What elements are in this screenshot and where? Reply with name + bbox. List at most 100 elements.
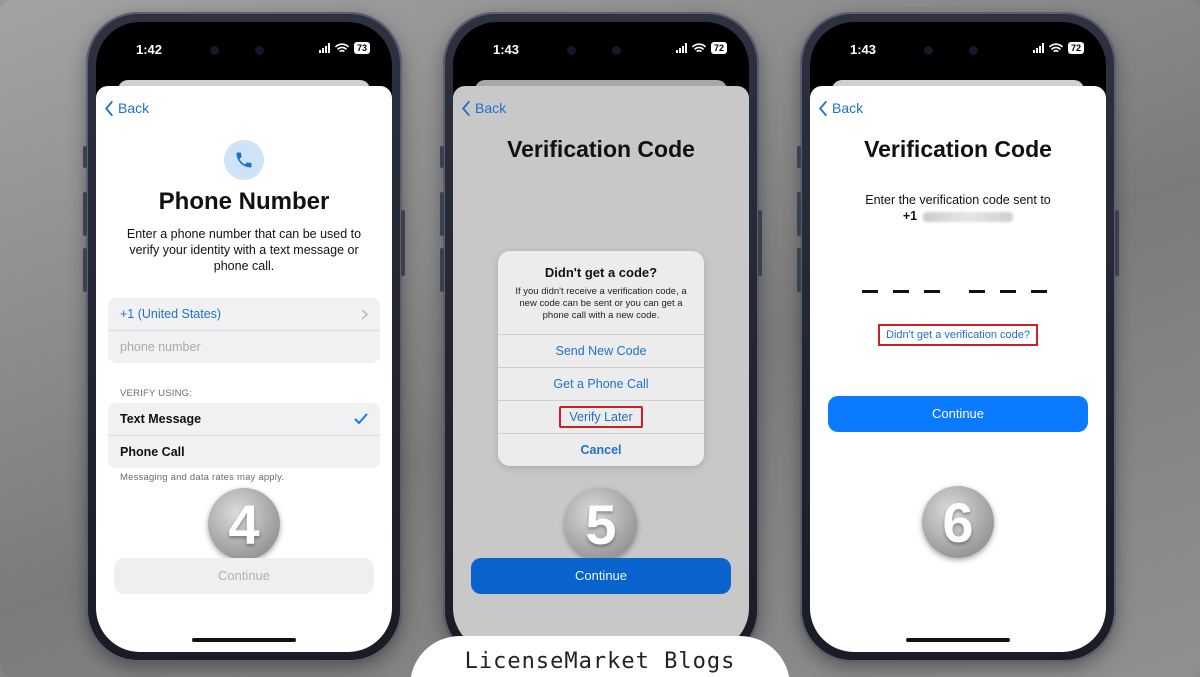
code-digit-slot xyxy=(1031,290,1047,293)
phone-screen-3: 1:43 72 Back Verification Code Enter the… xyxy=(810,22,1106,652)
option-label: Phone Call xyxy=(120,445,185,459)
phone-frame-2: 1:43 72 Back Verification Code Didn't ge xyxy=(440,12,762,662)
phone-side-button xyxy=(797,146,801,168)
phone-input-group: +1 (United States) phone number xyxy=(108,298,380,363)
dynamic-island xyxy=(190,36,298,66)
dynamic-island xyxy=(547,36,655,66)
alert-header: Didn't get a code? If you didn't receive… xyxy=(498,251,704,334)
number-prefix: +1 xyxy=(902,209,918,223)
status-time: 1:43 xyxy=(850,42,877,57)
step-badge: 6 xyxy=(922,486,994,558)
home-indicator xyxy=(906,638,1010,642)
status-bar: 1:43 72 xyxy=(810,22,1106,78)
phone-frame-1: 1:42 73 Back Phone Number Enter a phone … xyxy=(83,12,405,662)
cancel-button[interactable]: Cancel xyxy=(498,433,704,466)
phone-side-button xyxy=(83,192,87,236)
continue-button[interactable]: Continue xyxy=(114,558,374,594)
brand-name: LicenseMarket Blogs xyxy=(464,649,736,674)
status-bar: 1:42 73 xyxy=(96,22,392,78)
phone-screen-2: 1:43 72 Back Verification Code Didn't ge xyxy=(453,22,749,652)
wifi-icon xyxy=(1049,43,1063,52)
battery-icon: 72 xyxy=(710,42,727,54)
verify-later-button[interactable]: Verify Later xyxy=(498,400,704,433)
verify-later-highlight: Verify Later xyxy=(559,406,643,428)
phone-number-display: +1 xyxy=(840,208,1076,224)
country-code-selector[interactable]: +1 (United States) xyxy=(108,298,380,330)
verification-screen: Back Verification Code Enter the verific… xyxy=(810,86,1106,652)
wifi-icon xyxy=(335,43,349,52)
back-button[interactable]: Back xyxy=(461,100,506,116)
phone-side-button xyxy=(440,248,444,292)
brand-footer: LicenseMarket Blogs xyxy=(410,636,790,677)
option-phone-call[interactable]: Phone Call xyxy=(108,435,380,468)
home-indicator xyxy=(192,638,296,642)
didnt-get-code-alert: Didn't get a code? If you didn't receive… xyxy=(498,251,704,466)
verification-screen-dimmed: Back Verification Code Didn't get a code… xyxy=(453,86,749,652)
get-phone-call-button[interactable]: Get a Phone Call xyxy=(498,367,704,400)
didnt-get-code-link[interactable]: Didn't get a verification code? xyxy=(878,324,1038,346)
verify-options-group: Text Message Phone Call xyxy=(108,403,380,468)
step-badge: 4 xyxy=(208,488,280,560)
rates-note: Messaging and data rates may apply. xyxy=(120,472,285,483)
code-digit-slot xyxy=(1000,290,1016,293)
alert-title: Didn't get a code? xyxy=(544,265,658,280)
phone-icon xyxy=(224,140,264,180)
phone-frame-3: 1:43 72 Back Verification Code Enter the… xyxy=(797,12,1119,662)
code-digit-slot xyxy=(924,290,940,293)
back-label: Back xyxy=(118,100,150,116)
instructions-text: Enter the verification code sent to xyxy=(865,193,1051,207)
status-icons: 72 xyxy=(675,42,727,54)
phone-number-input[interactable]: phone number xyxy=(108,330,380,363)
page-title: Phone Number xyxy=(158,188,330,215)
status-icons: 72 xyxy=(1032,42,1084,54)
phone-side-button xyxy=(401,210,405,276)
page-title: Verification Code xyxy=(864,136,1052,162)
phone-side-button xyxy=(797,248,801,292)
phone-side-button xyxy=(440,192,444,236)
status-time: 1:43 xyxy=(493,42,520,57)
send-new-code-button[interactable]: Send New Code xyxy=(498,334,704,367)
redacted-number xyxy=(923,211,1014,222)
phone-side-button xyxy=(83,248,87,292)
verify-using-label: VERIFY USING: xyxy=(120,388,193,399)
page-title: Verification Code xyxy=(507,136,695,162)
chevron-left-icon xyxy=(105,100,113,116)
back-button[interactable]: Back xyxy=(104,100,149,116)
back-label: Back xyxy=(832,100,864,116)
continue-button[interactable]: Continue xyxy=(828,396,1088,432)
signal-icon xyxy=(675,43,687,53)
canvas: 1:42 73 Back Phone Number Enter a phone … xyxy=(0,0,1200,677)
code-digit-slot xyxy=(893,290,909,293)
phone-side-button xyxy=(1115,210,1119,276)
phone-side-button xyxy=(83,146,87,168)
signal-icon xyxy=(318,43,330,53)
option-label: Text Message xyxy=(120,412,202,426)
status-icons: 73 xyxy=(318,42,370,54)
dynamic-island xyxy=(904,36,1012,66)
phone-number-screen: Back Phone Number Enter a phone number t… xyxy=(96,86,392,652)
battery-icon: 72 xyxy=(1067,42,1084,54)
chevron-left-icon xyxy=(819,100,827,116)
continue-button[interactable]: Continue xyxy=(471,558,731,594)
chevron-left-icon xyxy=(462,100,470,116)
checkmark-icon xyxy=(354,413,368,424)
signal-icon xyxy=(1032,43,1044,53)
phone-screen-1: 1:42 73 Back Phone Number Enter a phone … xyxy=(96,22,392,652)
page-subtitle: Enter a phone number that can be used to… xyxy=(126,227,362,273)
phone-side-button xyxy=(797,192,801,236)
option-text-message[interactable]: Text Message xyxy=(108,403,380,435)
phone-side-button xyxy=(758,210,762,276)
phone-side-button xyxy=(440,146,444,168)
phone-number-placeholder: phone number xyxy=(120,340,201,354)
alert-message: If you didn't receive a verification cod… xyxy=(515,286,687,321)
back-button[interactable]: Back xyxy=(818,100,863,116)
code-digit-slot xyxy=(969,290,985,293)
back-label: Back xyxy=(475,100,507,116)
battery-icon: 73 xyxy=(353,42,370,54)
code-digit-slot xyxy=(862,290,878,293)
chevron-right-icon xyxy=(361,308,368,320)
country-code-label: +1 (United States) xyxy=(120,307,222,321)
status-time: 1:42 xyxy=(136,42,163,57)
step-badge: 5 xyxy=(565,488,637,560)
status-bar: 1:43 72 xyxy=(453,22,749,78)
